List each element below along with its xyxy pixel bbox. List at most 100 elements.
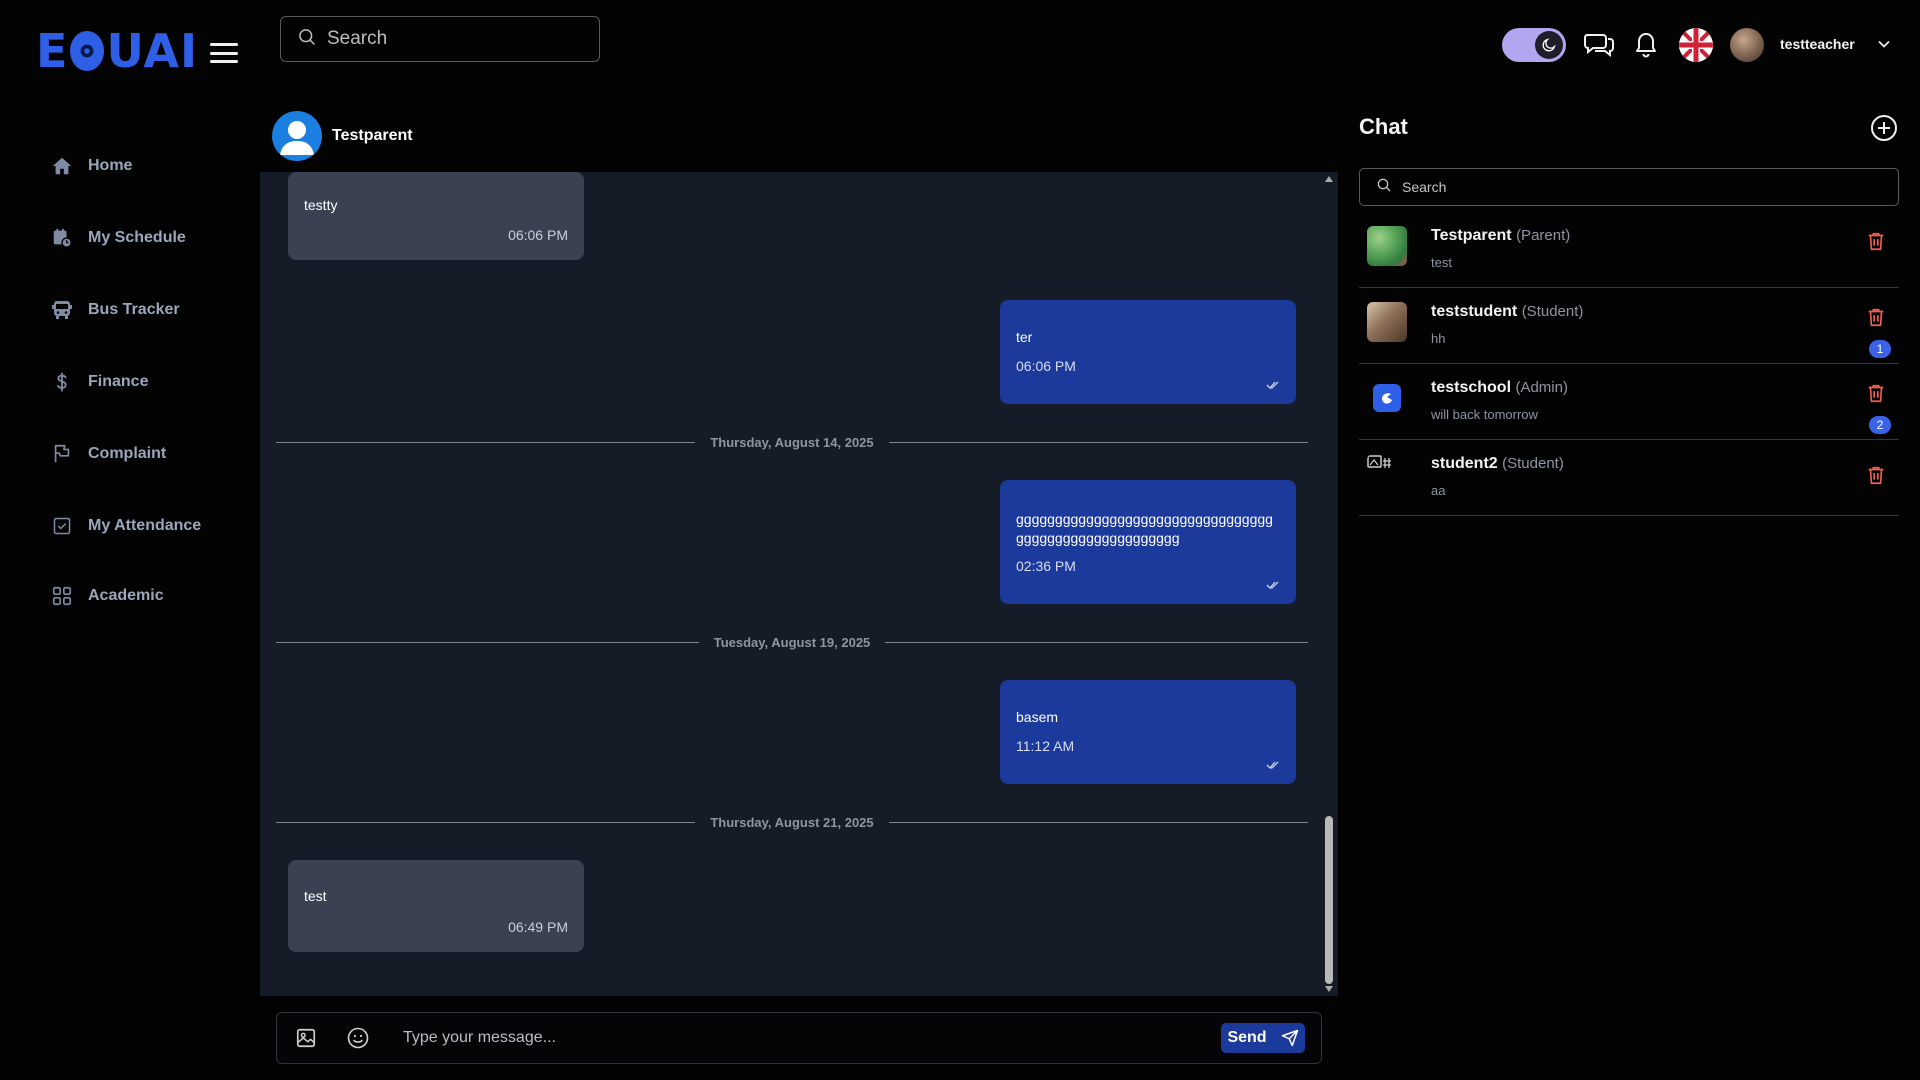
trash-icon[interactable] <box>1865 306 1887 328</box>
date-label: Tuesday, August 19, 2025 <box>713 634 871 650</box>
message-bubble-outgoing[interactable]: ter 06:06 PM <box>1000 300 1296 404</box>
divider-line <box>276 441 696 443</box>
conversation-avatar <box>1367 378 1407 418</box>
scroll-up-icon[interactable] <box>1325 176 1333 182</box>
message-bubble-incoming[interactable]: testty 06:06 PM <box>288 172 584 260</box>
image-upload-icon[interactable] <box>293 1025 319 1051</box>
double-check-icon <box>1266 581 1279 589</box>
trash-icon[interactable] <box>1865 382 1887 404</box>
message-text: test <box>304 888 327 904</box>
conversation-item[interactable]: student2 (Student) aa <box>1359 440 1899 516</box>
logo-mark-icon <box>70 31 105 71</box>
bus-icon <box>50 298 74 322</box>
send-button[interactable]: Send <box>1221 1023 1305 1053</box>
emoji-icon[interactable] <box>345 1025 371 1051</box>
chat-panel-title: Chat <box>1359 114 1408 139</box>
message-bubble-outgoing[interactable]: basem 11:12 AM <box>1000 680 1296 784</box>
grid-icon <box>50 584 74 608</box>
search-icon <box>297 27 317 52</box>
uk-flag-icon[interactable] <box>1679 28 1713 62</box>
conversation-name-text: student2 <box>1431 455 1498 472</box>
divider-line <box>276 641 699 643</box>
conversation-preview: aa <box>1431 483 1446 498</box>
divider-line <box>885 641 1309 643</box>
conversation-item[interactable]: Testparent (Parent) test <box>1359 212 1899 288</box>
message-time: 06:49 PM <box>508 919 568 935</box>
flag-icon <box>50 442 74 466</box>
sidebar-item-my-schedule[interactable]: My Schedule <box>0 202 260 274</box>
dollar-icon <box>50 370 74 394</box>
message-time: 06:06 PM <box>508 227 568 243</box>
sidebar-item-finance[interactable]: Finance <box>0 346 260 418</box>
sidebar-item-label: My Attendance <box>88 517 202 534</box>
dark-mode-toggle[interactable] <box>1502 28 1566 62</box>
divider-line <box>276 821 696 823</box>
logo-text-left: E <box>36 24 69 78</box>
sidebar-item-bus-tracker[interactable]: Bus Tracker <box>0 274 260 346</box>
sidebar-item-academic[interactable]: Academic <box>0 562 260 630</box>
trash-icon[interactable] <box>1865 464 1887 486</box>
new-chat-plus-icon[interactable] <box>1870 114 1898 142</box>
menu-toggle-button[interactable] <box>210 40 238 66</box>
broken-image-icon <box>1367 455 1391 468</box>
sidebar-item-label: Academic <box>88 587 164 604</box>
conversation-item[interactable]: teststudent (Student) hh 1 <box>1359 288 1899 364</box>
app-logo[interactable]: E UAI <box>36 24 199 78</box>
chevron-down-icon[interactable] <box>1874 34 1894 54</box>
home-icon <box>50 154 74 178</box>
sidebar-item-home[interactable]: Home <box>0 130 260 202</box>
sidebar-item-my-attendance[interactable]: My Attendance <box>0 490 260 562</box>
search-icon <box>1376 177 1392 198</box>
top-search-input[interactable] <box>327 28 587 50</box>
conversation-name: student2 (Student) <box>1431 455 1564 473</box>
scroll-down-icon[interactable] <box>1325 986 1333 992</box>
date-divider: Thursday, August 21, 2025 <box>276 812 1308 832</box>
hamburger-icon <box>210 43 238 46</box>
message-time: 02:36 PM <box>1016 558 1076 574</box>
conversation-item[interactable]: testschool (Admin) will back tomorrow 2 <box>1359 364 1899 440</box>
conversation-preview: will back tomorrow <box>1431 407 1538 422</box>
username-label[interactable]: testteacher <box>1780 36 1855 52</box>
hamburger-line <box>210 60 238 63</box>
message-scrollbar[interactable] <box>1324 176 1334 992</box>
sidebar-item-label: Finance <box>88 373 149 390</box>
user-icon <box>280 121 314 155</box>
moon-icon <box>1535 31 1563 59</box>
top-search-box <box>280 16 600 62</box>
send-icon <box>1281 1029 1298 1047</box>
divider-line <box>888 441 1308 443</box>
message-thread: testty 06:06 PM ter 06:06 PM Thursday, A… <box>260 172 1338 996</box>
double-check-icon <box>1266 381 1279 389</box>
user-avatar[interactable] <box>1730 28 1764 62</box>
conversation-preview: hh <box>1431 331 1446 346</box>
logo-text-right: UAI <box>106 24 199 78</box>
message-bubble-incoming[interactable]: test 06:49 PM <box>288 860 584 952</box>
contact-avatar[interactable] <box>272 111 322 161</box>
bell-icon[interactable] <box>1629 28 1663 62</box>
scroll-thumb[interactable] <box>1325 816 1333 984</box>
message-input[interactable] <box>403 1029 1221 1047</box>
conversation-role: (Student) <box>1521 303 1584 320</box>
double-check-icon <box>1266 761 1279 769</box>
conversation-role: (Parent) <box>1516 227 1571 244</box>
conversation-name-text: Testparent <box>1431 227 1512 244</box>
date-label: Thursday, August 21, 2025 <box>710 814 874 830</box>
sidebar-item-label: Bus Tracker <box>88 301 180 318</box>
checkbox-icon <box>50 514 74 538</box>
conversation-search-input[interactable] <box>1402 179 1882 195</box>
conversation-name: testschool (Admin) <box>1431 379 1568 397</box>
sidebar-item-complaint[interactable]: Complaint <box>0 418 260 490</box>
conversation-role: (Admin) <box>1515 379 1568 396</box>
sidebar-item-label: Complaint <box>88 445 167 462</box>
divider-line <box>888 821 1308 823</box>
trash-icon[interactable] <box>1865 230 1887 252</box>
send-label: Send <box>1227 1029 1267 1046</box>
message-text: basem <box>1016 709 1059 725</box>
calendar-clock-icon <box>50 226 74 250</box>
conversation-role: (Student) <box>1502 455 1564 472</box>
sidebar-nav: Home My Schedule Bus Tracker Finance Com… <box>0 130 260 630</box>
messages-icon[interactable] <box>1582 28 1616 62</box>
sidebar-item-label: Home <box>88 157 133 174</box>
message-bubble-outgoing[interactable]: gggggggggggggggggggggggggggggggggggggggg… <box>1000 480 1296 604</box>
conversation-preview: test <box>1431 255 1452 270</box>
